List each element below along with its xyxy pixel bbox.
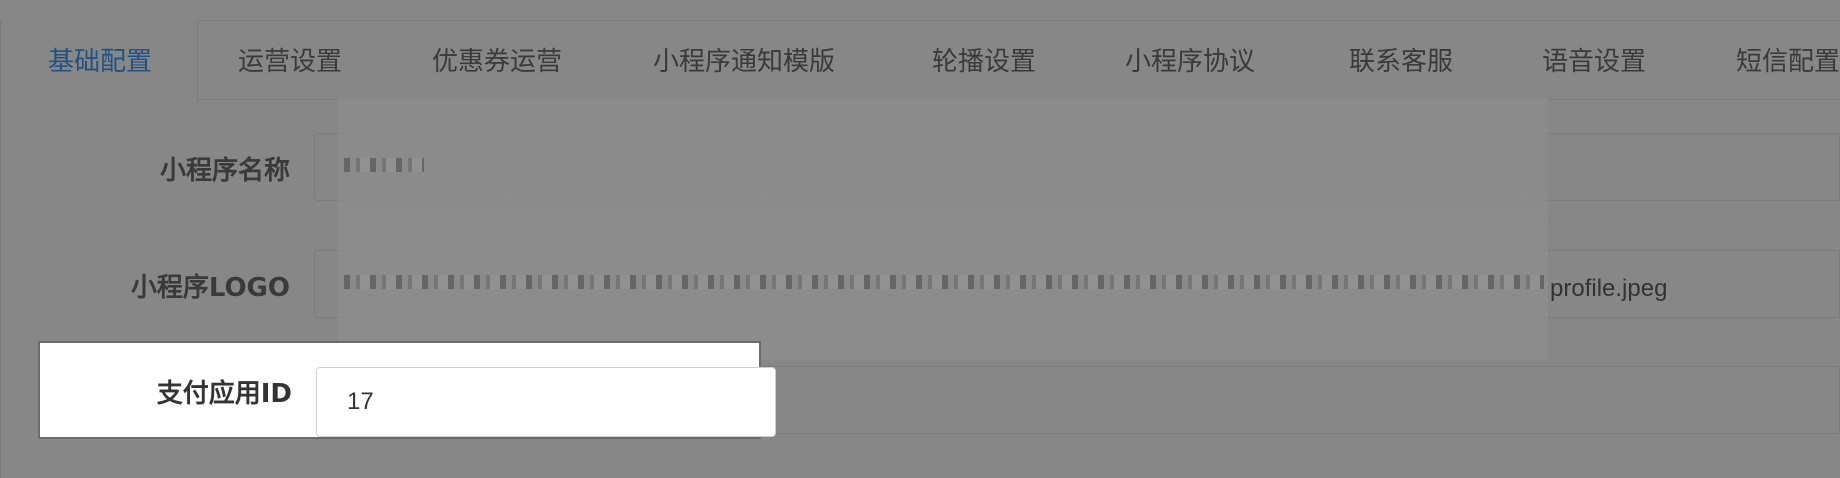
mini-program-logo-label: 小程序LOGO <box>130 273 290 303</box>
tab-carousel-settings[interactable]: 轮播设置 <box>932 20 1036 100</box>
tab-bar: 基础配置 运营设置 优惠券运营 小程序通知模版 轮播设置 小程序协议 联系客服 … <box>0 20 1840 101</box>
tab-operation-settings[interactable]: 运营设置 <box>238 20 342 100</box>
logo-value-visible-text: profile.jpeg <box>1550 275 1668 302</box>
redacted-logo-url <box>344 275 1544 289</box>
pay-app-id-input[interactable]: 17 <box>316 367 776 437</box>
pay-app-id-label: 支付应用ID <box>156 379 292 409</box>
mini-program-name-label: 小程序名称 <box>159 156 290 186</box>
tab-contact-service[interactable]: 联系客服 <box>1349 20 1453 100</box>
tab-coupon-operation[interactable]: 优惠券运营 <box>432 20 562 100</box>
highlighted-pay-app-row: 支付应用ID 17 <box>38 341 776 439</box>
redacted-name-value <box>344 158 424 172</box>
redaction-overlay <box>338 98 1548 360</box>
tab-voice-settings[interactable]: 语音设置 <box>1542 20 1646 100</box>
tab-notification-template[interactable]: 小程序通知模版 <box>653 20 835 100</box>
tab-mini-program-agreement[interactable]: 小程序协议 <box>1125 20 1255 100</box>
tab-sms-config[interactable]: 短信配置 <box>1736 20 1840 100</box>
tab-basic-config[interactable]: 基础配置 <box>3 20 198 101</box>
